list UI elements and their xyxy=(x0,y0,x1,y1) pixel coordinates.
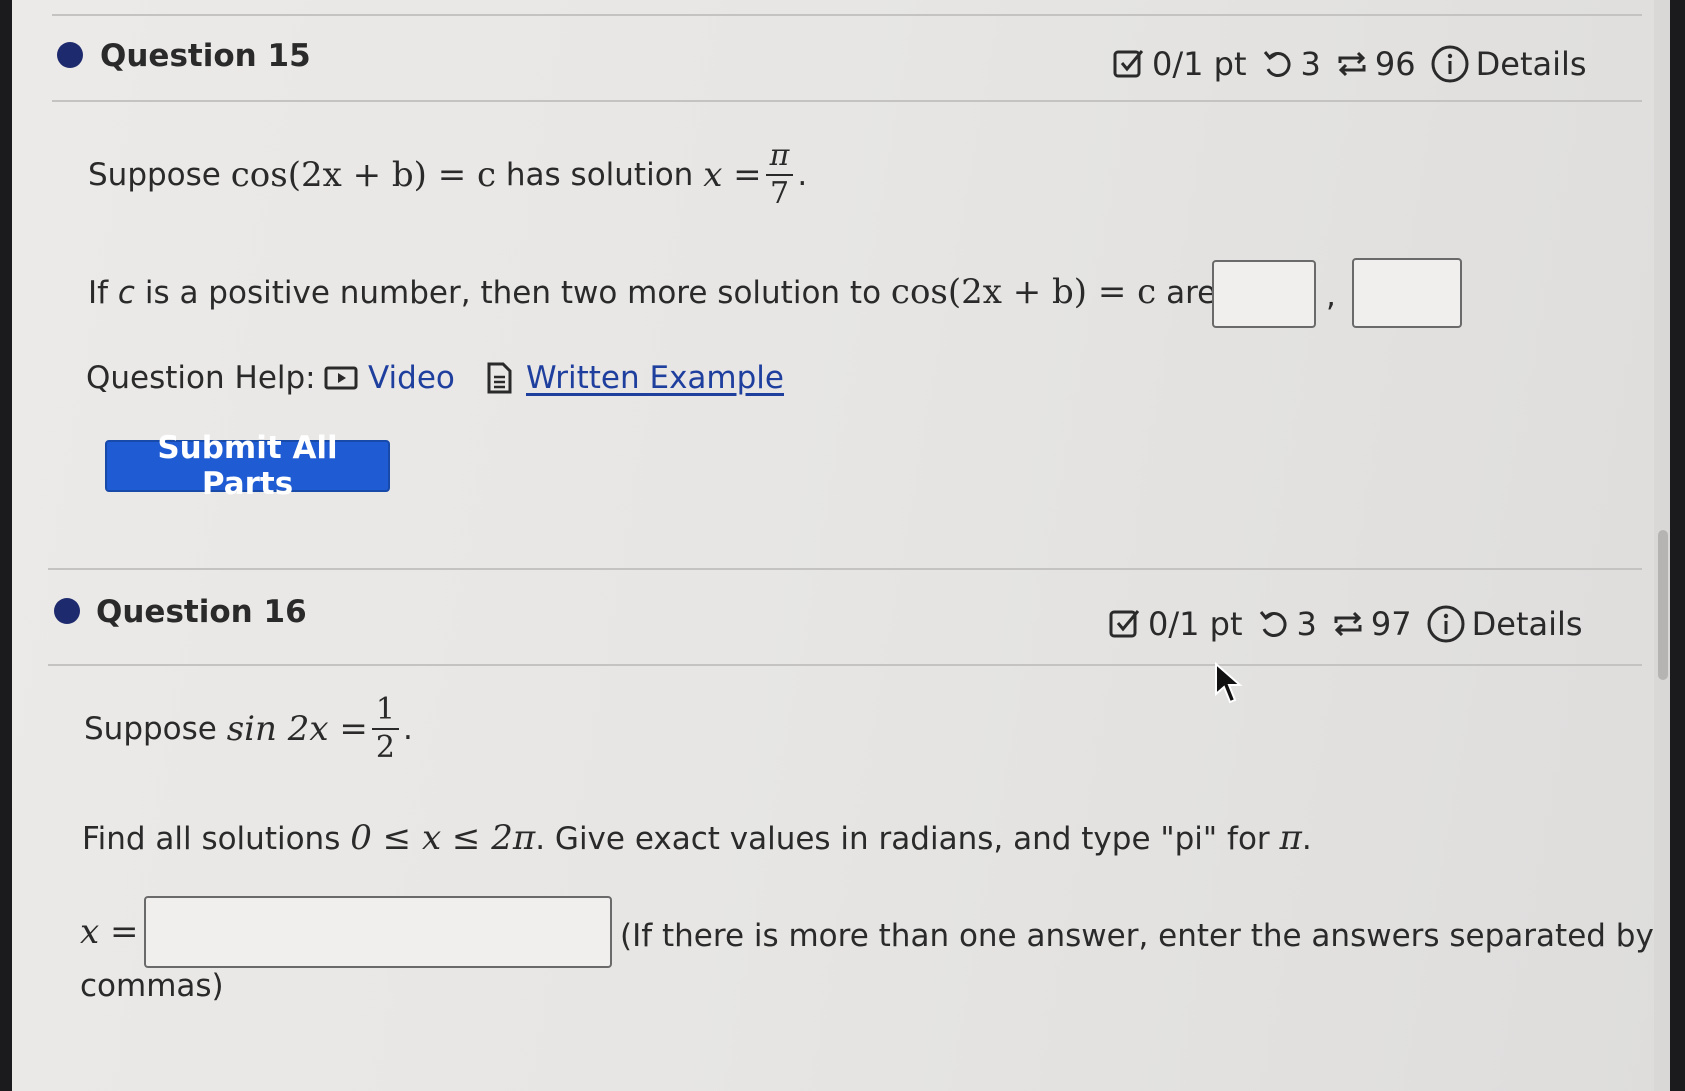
separator: , xyxy=(1326,278,1336,314)
undo-icon xyxy=(1257,607,1291,641)
info-icon[interactable] xyxy=(1426,604,1466,644)
retries-count: 3 xyxy=(1300,45,1321,83)
status-dot xyxy=(54,598,80,624)
divider xyxy=(48,664,1642,666)
checkbox-icon xyxy=(1112,47,1146,81)
divider xyxy=(52,14,1642,16)
page: Question 15 0/1 pt 3 96 Details Suppose … xyxy=(12,0,1670,1091)
video-link[interactable]: Video xyxy=(324,360,455,396)
details-link[interactable]: Details xyxy=(1476,45,1587,83)
status-dot xyxy=(57,42,83,68)
undo-icon xyxy=(1261,47,1295,81)
answer-input-2[interactable] xyxy=(1352,258,1462,328)
scrollbar[interactable] xyxy=(1654,0,1670,1091)
answer-input-1[interactable] xyxy=(1212,260,1316,328)
video-icon xyxy=(324,361,358,395)
fraction: π 7 xyxy=(765,140,794,209)
score-text: 0/1 pt xyxy=(1152,45,1247,83)
written-example-link[interactable]: Written Example xyxy=(482,360,784,396)
scrollbar-thumb[interactable] xyxy=(1658,530,1668,680)
question-prompt: Suppose cos(2x + b) = c has solution x =… xyxy=(88,138,808,211)
answer-input[interactable] xyxy=(144,896,612,968)
attempts-count: 97 xyxy=(1370,605,1412,643)
submit-all-parts-button[interactable]: Submit All Parts xyxy=(105,430,390,502)
divider xyxy=(52,100,1642,102)
repeat-icon xyxy=(1331,607,1365,641)
retries-count: 3 xyxy=(1296,605,1317,643)
x-label: x = xyxy=(80,912,139,952)
question-title: Question 15 xyxy=(100,38,311,74)
info-icon[interactable] xyxy=(1430,44,1470,84)
divider xyxy=(48,568,1642,570)
score-text: 0/1 pt xyxy=(1148,605,1243,643)
question-meta: 0/1 pt 3 97 Details xyxy=(1108,604,1583,644)
checkbox-icon xyxy=(1108,607,1142,641)
attempts-count: 96 xyxy=(1374,45,1416,83)
repeat-icon xyxy=(1335,47,1369,81)
fraction: 1 2 xyxy=(371,694,399,763)
question-title: Question 16 xyxy=(96,594,307,630)
answer-note-continued: commas) xyxy=(80,968,224,1004)
mouse-cursor xyxy=(1215,662,1243,704)
question-line: If c is a positive number, then two more… xyxy=(88,272,1285,312)
question-meta: 0/1 pt 3 96 Details xyxy=(1112,44,1587,84)
answer-note: (If there is more than one answer, enter… xyxy=(620,918,1654,954)
question-prompt: Suppose sin 2x = 1 2 . xyxy=(84,692,413,765)
question-line: Find all solutions 0 ≤ x ≤ 2π. Give exac… xyxy=(82,818,1312,858)
help-label: Question Help: xyxy=(86,360,316,396)
details-link[interactable]: Details xyxy=(1472,605,1583,643)
equation: sin 2x = xyxy=(226,708,368,749)
equation: cos(2x + b) = c xyxy=(230,154,497,195)
document-icon xyxy=(482,361,516,395)
